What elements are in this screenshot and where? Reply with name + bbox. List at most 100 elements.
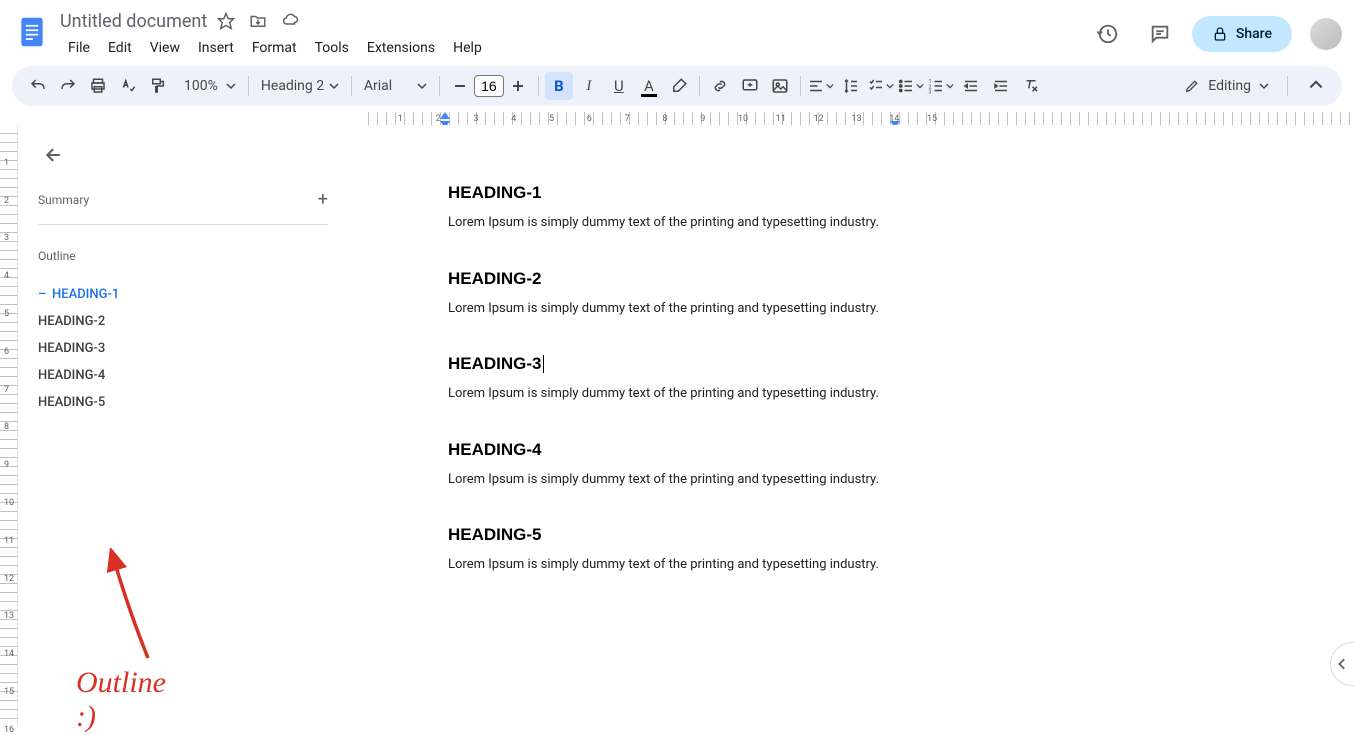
menu-edit[interactable]: Edit (100, 36, 140, 60)
document-heading[interactable]: HEADING-4 (448, 440, 888, 460)
document-heading[interactable]: HEADING-5 (448, 525, 888, 545)
outline-item[interactable]: HEADING-2 (38, 308, 328, 335)
move-icon[interactable] (249, 12, 267, 30)
chevron-down-icon (417, 81, 427, 91)
font-size-increase[interactable] (504, 72, 532, 100)
share-label: Share (1236, 26, 1272, 42)
document-page[interactable]: HEADING-1 Lorem Ipsum is simply dummy tex… (358, 125, 978, 669)
text-color-button[interactable]: A (635, 72, 663, 100)
link-button[interactable] (706, 72, 734, 100)
ruler-number: 11 (776, 114, 786, 124)
chevron-down-icon (826, 82, 834, 90)
underline-button[interactable]: U (605, 72, 633, 100)
spellcheck-button[interactable] (114, 72, 142, 100)
outline-item[interactable]: HEADING-3 (38, 335, 328, 362)
editing-mode-button[interactable]: Editing (1172, 72, 1281, 100)
numbered-list-button[interactable]: 123 (927, 72, 955, 100)
outline-item-label: HEADING-3 (38, 341, 105, 356)
pencil-icon (1184, 78, 1200, 94)
style-select[interactable]: Heading 2 (255, 74, 345, 98)
image-button[interactable] (766, 72, 794, 100)
share-button[interactable]: Share (1192, 16, 1292, 52)
document-heading[interactable]: HEADING-1 (448, 183, 888, 203)
checklist-button[interactable] (867, 72, 895, 100)
ruler-number: 15 (927, 114, 937, 124)
font-size-decrease[interactable] (446, 72, 474, 100)
ruler-number: 5 (4, 309, 9, 319)
ruler-number: 3 (4, 233, 9, 243)
collapse-toolbar-button[interactable] (1302, 72, 1330, 100)
document-paragraph[interactable]: Lorem Ipsum is simply dummy text of the … (448, 555, 888, 575)
svg-text:3: 3 (929, 90, 932, 96)
outline-close-button[interactable] (38, 139, 70, 171)
zoom-select[interactable]: 100% (174, 74, 242, 98)
summary-label: Summary (38, 193, 89, 207)
font-size-input[interactable] (474, 75, 504, 97)
indent-increase-button[interactable] (987, 72, 1015, 100)
menu-format[interactable]: Format (244, 36, 305, 60)
chevron-down-icon (226, 81, 236, 91)
menu-help[interactable]: Help (445, 36, 490, 60)
chevron-down-icon (329, 81, 339, 91)
chevron-down-icon (946, 82, 954, 90)
ruler-number: 7 (4, 385, 9, 395)
menu-extensions[interactable]: Extensions (359, 36, 443, 60)
history-icon[interactable] (1088, 14, 1128, 54)
ruler-number: 4 (511, 114, 516, 124)
ruler-number: 12 (4, 574, 14, 584)
document-title[interactable]: Untitled document (60, 11, 207, 32)
cloud-status-icon[interactable] (281, 12, 299, 30)
ruler-number: 14 (4, 649, 14, 659)
document-area[interactable]: HEADING-1 Lorem Ipsum is simply dummy tex… (348, 125, 1354, 724)
outline-item-label: HEADING-1 (52, 287, 119, 302)
ruler-number: 8 (662, 114, 667, 124)
menu-tools[interactable]: Tools (307, 36, 357, 60)
ruler-number: 13 (851, 114, 861, 124)
star-icon[interactable] (217, 12, 235, 30)
outline-item[interactable]: HEADING-4 (38, 362, 328, 389)
italic-button[interactable]: I (575, 72, 603, 100)
outline-item-label: HEADING-4 (38, 368, 105, 383)
comment-button[interactable] (736, 72, 764, 100)
docs-logo[interactable] (12, 12, 52, 52)
summary-add-button[interactable]: + (318, 189, 328, 210)
ruler-indent-marker[interactable] (440, 112, 450, 119)
line-spacing-button[interactable] (837, 72, 865, 100)
ruler-number: 7 (625, 114, 630, 124)
outline-panel: Summary + Outline –HEADING-1HEADING-2HEA… (18, 125, 348, 724)
outline-active-marker: – (38, 287, 46, 302)
paint-format-button[interactable] (144, 72, 172, 100)
undo-button[interactable] (24, 72, 52, 100)
outline-item[interactable]: HEADING-5 (38, 389, 328, 416)
indent-decrease-button[interactable] (957, 72, 985, 100)
document-paragraph[interactable]: Lorem Ipsum is simply dummy text of the … (448, 470, 888, 490)
document-paragraph[interactable]: Lorem Ipsum is simply dummy text of the … (448, 384, 888, 404)
ruler-number: 5 (549, 114, 554, 124)
menu-file[interactable]: File (60, 36, 98, 60)
menu-view[interactable]: View (142, 36, 188, 60)
comments-icon[interactable] (1140, 14, 1180, 54)
highlight-button[interactable] (665, 72, 693, 100)
bullet-list-button[interactable] (897, 72, 925, 100)
redo-button[interactable] (54, 72, 82, 100)
vertical-ruler[interactable]: 12345678910111213141516 (0, 125, 18, 724)
document-paragraph[interactable]: Lorem Ipsum is simply dummy text of the … (448, 299, 888, 319)
ruler-number: 4 (4, 271, 9, 281)
ruler-number: 11 (4, 536, 14, 546)
user-avatar[interactable] (1310, 18, 1342, 50)
outline-item[interactable]: –HEADING-1 (38, 281, 328, 308)
font-select[interactable]: Arial (358, 74, 433, 98)
ruler-number: 16 (4, 725, 14, 735)
align-button[interactable] (807, 72, 835, 100)
ruler-number: 13 (4, 611, 14, 621)
bold-button[interactable]: B (545, 72, 573, 100)
document-paragraph[interactable]: Lorem Ipsum is simply dummy text of the … (448, 213, 888, 233)
print-button[interactable] (84, 72, 112, 100)
chevron-down-icon (886, 82, 894, 90)
clear-format-button[interactable] (1017, 72, 1045, 100)
menu-insert[interactable]: Insert (190, 36, 242, 60)
ruler-number: 12 (814, 114, 824, 124)
ruler-number: 8 (4, 422, 9, 432)
document-heading[interactable]: HEADING-2 (448, 269, 888, 289)
document-heading[interactable]: HEADING-3 (448, 354, 888, 374)
